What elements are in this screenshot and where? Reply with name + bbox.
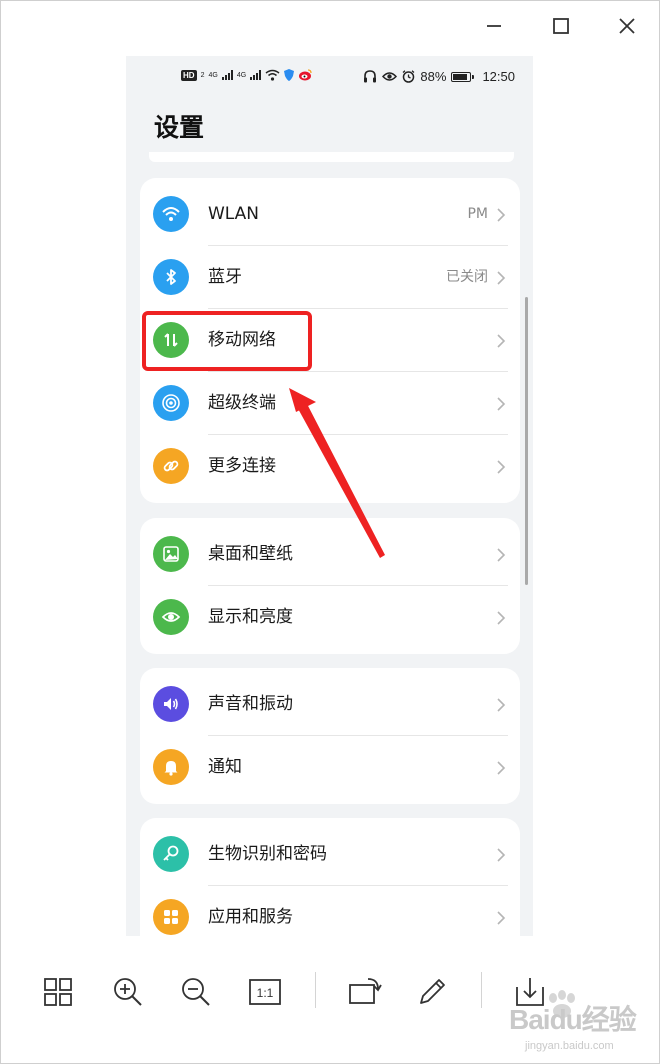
chevron-right-icon [497, 611, 506, 625]
network-type-2: 4G [236, 71, 247, 79]
chevron-right-icon [497, 548, 506, 562]
watermark-url: jingyan.baidu.com [525, 1040, 614, 1052]
highlight-box [142, 311, 312, 371]
settings-item-label: 声音和振动 [208, 694, 293, 714]
settings-item-display-brightness[interactable]: 显示和亮度 [140, 586, 520, 649]
speaker-icon [153, 686, 189, 722]
settings-item-label: WLAN [208, 204, 260, 224]
headphones-icon [364, 70, 377, 83]
settings-item-value: PM [467, 206, 488, 222]
settings-item-bluetooth[interactable]: 蓝牙 已关闭 [140, 246, 520, 309]
maximize-icon [553, 18, 569, 34]
baidu-watermark: Baidu经验 jingyan.baidu.com [505, 990, 655, 1060]
settings-item-notifications[interactable]: 通知 [140, 736, 520, 799]
settings-item-label: 超级终端 [208, 393, 276, 413]
signal-icon [221, 70, 233, 80]
settings-card-sound: 声音和振动 通知 [140, 668, 520, 804]
zoom-out-icon [182, 978, 210, 1006]
close-icon [619, 18, 635, 34]
maximize-button[interactable] [543, 8, 579, 44]
settings-item-wallpaper[interactable]: 桌面和壁纸 [140, 523, 520, 586]
chevron-right-icon [497, 397, 506, 411]
settings-item-value: 已关闭 [446, 269, 488, 285]
link-icon [153, 448, 189, 484]
toolbar-separator [315, 972, 316, 1008]
bluetooth-icon [153, 259, 189, 295]
settings-item-label: 更多连接 [208, 456, 276, 476]
search-bar-edge[interactable] [149, 152, 514, 162]
chevron-right-icon [497, 271, 506, 285]
grid-view-icon [44, 978, 72, 1006]
wifi-icon [153, 196, 189, 232]
edit-button[interactable] [412, 972, 452, 1012]
settings-item-wlan[interactable]: WLAN PM [140, 183, 520, 246]
network-type-1: 4G [208, 71, 218, 79]
signal-icon-2 [250, 70, 262, 80]
settings-card-display: 桌面和壁纸 显示和亮度 [140, 518, 520, 654]
page-title: 设置 [154, 113, 205, 142]
hd-badge: HD [181, 69, 197, 81]
actual-size-button[interactable]: 1:1 [245, 972, 285, 1012]
zoom-in-icon [114, 978, 142, 1006]
settings-item-super-device[interactable]: 超级终端 [140, 372, 520, 435]
zoom-in-button[interactable] [108, 972, 148, 1012]
wallpaper-icon [153, 536, 189, 572]
eye-comfort-icon [382, 72, 398, 81]
edit-icon [420, 979, 445, 1004]
chevron-right-icon [497, 911, 506, 925]
grid-view-button[interactable] [38, 972, 78, 1012]
chevron-right-icon [497, 334, 506, 348]
minimize-icon [487, 25, 501, 27]
shield-icon [284, 69, 295, 81]
chevron-right-icon [497, 848, 506, 862]
minimize-button[interactable] [476, 8, 512, 44]
clock: 12:50 [482, 69, 515, 84]
rotate-icon [349, 978, 382, 1004]
chevron-right-icon [497, 698, 506, 712]
super-device-icon [153, 385, 189, 421]
rotate-button[interactable] [345, 972, 385, 1012]
settings-item-label: 应用和服务 [208, 907, 293, 927]
weibo-icon [299, 69, 312, 81]
status-bar: HD 2 4G 4G 88% 12:50 [126, 56, 533, 98]
key-icon [153, 836, 189, 872]
wifi-status-icon [265, 69, 280, 81]
chevron-right-icon [497, 208, 506, 222]
eye-icon [153, 599, 189, 635]
settings-item-label: 蓝牙 [208, 267, 242, 287]
zoom-out-button[interactable] [176, 972, 216, 1012]
alarm-icon [403, 70, 415, 83]
apps-icon [153, 899, 189, 935]
scrollbar-thumb[interactable] [525, 297, 528, 585]
chevron-right-icon [497, 460, 506, 474]
settings-item-label: 显示和亮度 [208, 607, 293, 627]
settings-item-label: 生物识别和密码 [208, 844, 327, 864]
phone-screenshot: HD 2 4G 4G 88% 12:50 设置 WLAN PM 蓝牙 已关闭 移… [126, 56, 533, 936]
settings-item-more-connections[interactable]: 更多连接 [140, 435, 520, 498]
settings-card-security: 生物识别和密码 应用和服务 [140, 818, 520, 936]
settings-item-sound[interactable]: 声音和振动 [140, 673, 520, 736]
battery-percentage: 88% [420, 69, 447, 84]
settings-item-label: 通知 [208, 757, 242, 777]
settings-item-apps-services[interactable]: 应用和服务 [140, 886, 520, 936]
battery-fill [453, 73, 468, 80]
watermark-text: Baidu经验 [509, 1004, 637, 1035]
bell-icon [153, 749, 189, 785]
toolbar-separator [481, 972, 482, 1008]
battery-icon [451, 71, 475, 82]
settings-item-label: 桌面和壁纸 [208, 544, 293, 564]
actual-size-label: 1:1 [257, 986, 274, 1000]
settings-item-biometrics[interactable]: 生物识别和密码 [140, 823, 520, 886]
actual-size-icon: 1:1 [249, 979, 281, 1005]
chevron-right-icon [497, 761, 506, 775]
sim-label: 2 [200, 71, 205, 79]
close-button[interactable] [609, 8, 645, 44]
